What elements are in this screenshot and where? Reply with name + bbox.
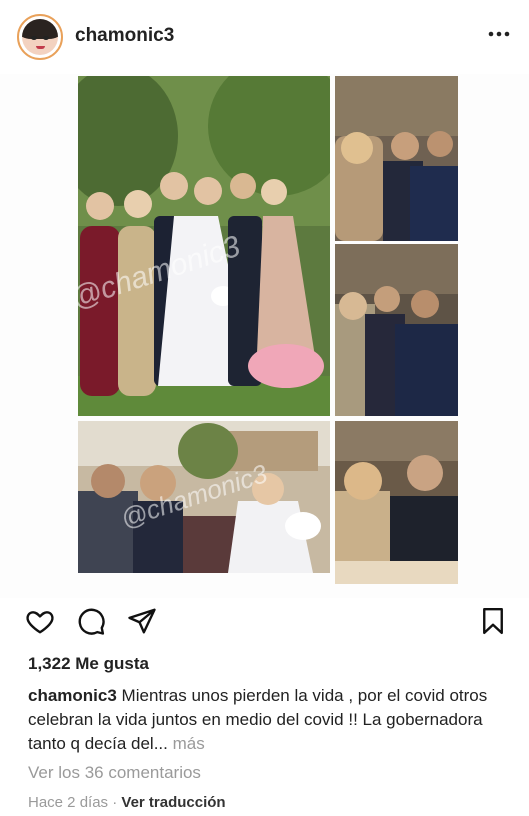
separator: ·: [112, 794, 118, 811]
wedding-group-photo: @chamonic3: [78, 76, 330, 416]
avatar[interactable]: [17, 14, 63, 60]
groom-bride-greeting-photo: @chamonic3: [78, 421, 330, 573]
view-comments-link[interactable]: Ver los 36 comentarios: [28, 763, 201, 783]
guests-greeting-photo: [335, 76, 458, 241]
post-header: chamonic3: [0, 0, 529, 74]
translate-link[interactable]: Ver traducción: [121, 794, 225, 811]
comment-icon[interactable]: [76, 606, 106, 636]
more-horizontal-icon[interactable]: [487, 22, 511, 52]
username[interactable]: chamonic3: [75, 25, 174, 47]
timestamp: Hace 2 días: [28, 794, 109, 811]
guests-seated-photo: [335, 421, 458, 584]
post-image[interactable]: @chamonic3 @chamonic3: [0, 74, 529, 598]
bookmark-icon[interactable]: [478, 606, 508, 636]
action-bar: [0, 600, 529, 644]
post-meta: Hace 2 días · Ver traducción: [28, 794, 226, 811]
avatar-face: [22, 19, 58, 55]
likes-count[interactable]: 1,322 Me gusta: [28, 654, 149, 674]
guests-embrace-photo: [335, 244, 458, 416]
caption-more-link[interactable]: más: [173, 734, 205, 753]
caption: chamonic3 Mientras unos pierden la vida …: [28, 684, 498, 756]
caption-username[interactable]: chamonic3: [28, 686, 117, 705]
heart-icon[interactable]: [25, 606, 55, 636]
send-icon[interactable]: [127, 606, 157, 636]
